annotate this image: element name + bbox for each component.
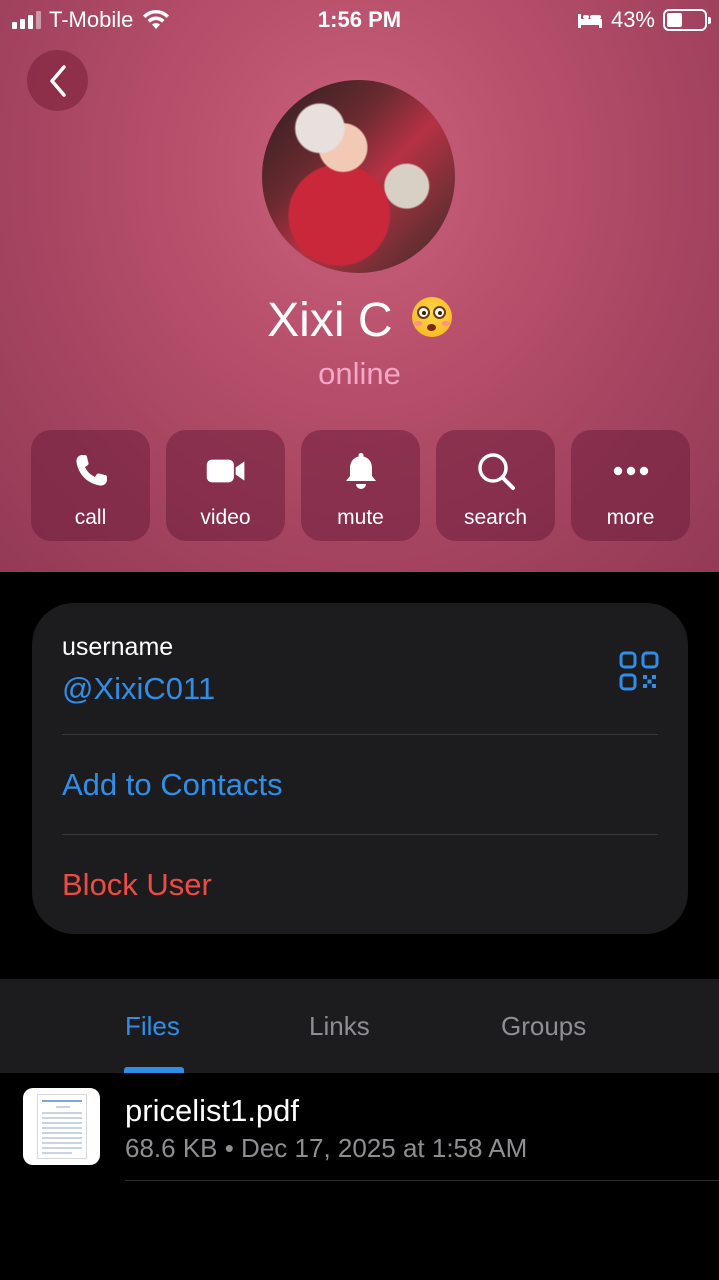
divider — [62, 834, 658, 835]
more-label: more — [606, 506, 655, 529]
video-button[interactable]: video — [166, 430, 285, 541]
username-label: username — [62, 633, 174, 661]
status-bar: T-Mobile 1:56 PM 43% — [0, 0, 719, 40]
call-label: call — [74, 506, 107, 529]
more-button[interactable]: more — [571, 430, 690, 541]
tab-links[interactable]: Links — [309, 1011, 370, 1042]
bed-icon — [577, 14, 602, 28]
tab-files[interactable]: Files — [125, 1011, 180, 1042]
battery-level — [667, 13, 683, 27]
flushed-face-emoji-icon — [411, 297, 452, 338]
battery-percent: 43% — [610, 7, 655, 32]
video-camera-icon — [206, 459, 244, 483]
file-name: pricelist1.pdf — [125, 1093, 300, 1128]
bell-icon — [345, 453, 376, 489]
back-button[interactable] — [27, 50, 88, 111]
presence-status: online — [318, 356, 401, 391]
profile-header: T-Mobile 1:56 PM 43% Xixi C online call … — [0, 0, 719, 572]
add-to-contacts-button[interactable]: Add to Contacts — [62, 767, 283, 803]
media-tabs: Files Links Groups — [0, 979, 719, 1073]
profile-name-row: Xixi C — [0, 293, 719, 348]
search-label: search — [463, 506, 528, 529]
ellipsis-icon — [613, 466, 648, 476]
magnifier-icon — [477, 453, 515, 490]
action-bar: call video mute search more — [31, 430, 690, 541]
info-card: username @XixiC011 Add to Contacts Block… — [32, 603, 688, 934]
mute-label: mute — [337, 506, 384, 529]
chevron-left-icon — [49, 64, 66, 97]
username-value[interactable]: @XixiC011 — [62, 671, 215, 707]
file-list-item[interactable]: pricelist1.pdf 68.6 KB • Dec 17, 2025 at… — [0, 1073, 719, 1183]
video-label: video — [200, 506, 251, 529]
pdf-thumbnail — [23, 1088, 100, 1165]
avatar[interactable] — [262, 80, 455, 273]
battery-icon — [663, 9, 711, 31]
divider — [125, 1180, 719, 1181]
search-button[interactable]: search — [436, 430, 555, 541]
divider — [62, 734, 658, 735]
phone-icon — [75, 455, 107, 486]
qr-code-icon[interactable] — [619, 651, 659, 691]
call-button[interactable]: call — [31, 430, 150, 541]
block-user-button[interactable]: Block User — [62, 867, 212, 903]
tab-groups[interactable]: Groups — [501, 1011, 586, 1042]
profile-name: Xixi C — [267, 294, 393, 347]
file-meta: 68.6 KB • Dec 17, 2025 at 1:58 AM — [125, 1133, 528, 1163]
mute-button[interactable]: mute — [301, 430, 420, 541]
